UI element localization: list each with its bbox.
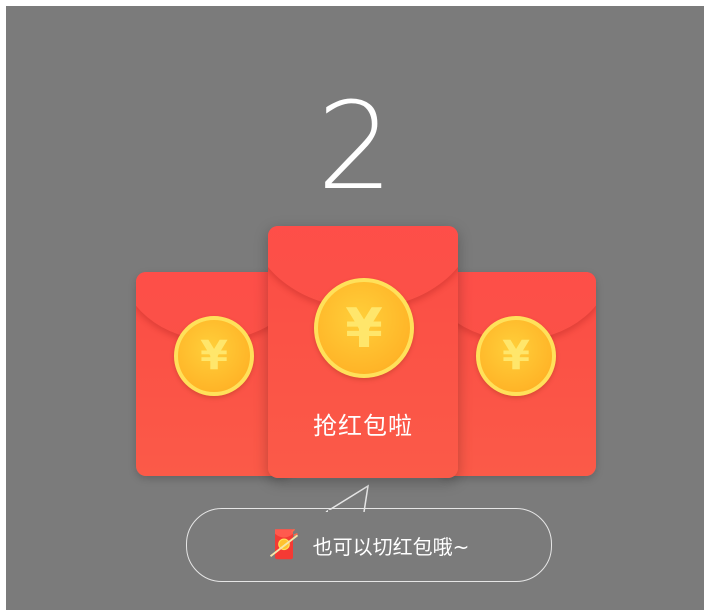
yuan-coin-icon: ¥ (476, 316, 556, 396)
red-envelope-right[interactable]: ¥ (438, 272, 596, 476)
countdown-number: 2 (316, 78, 394, 217)
yuan-coin-icon: ¥ (174, 316, 254, 396)
slice-hint-text: 也可以切红包哦~ (312, 534, 470, 559)
speech-bubble-tail (325, 484, 369, 512)
currency-symbol: ¥ (200, 333, 228, 379)
red-envelope-slash-icon (269, 528, 298, 560)
currency-symbol: ¥ (502, 333, 530, 379)
yuan-coin-icon: ¥ (314, 278, 414, 378)
grab-red-envelope-label: 抢红包啦 (313, 412, 413, 440)
slice-hint-bubble: 也可以切红包哦~ (186, 508, 552, 582)
red-envelope-center[interactable]: ¥ 抢红包啦 (268, 226, 458, 478)
currency-symbol: ¥ (345, 296, 383, 360)
countdown-overlay: 2 ¥ ¥ ¥ 抢红包啦 也可以切红包哦~ (6, 6, 704, 610)
